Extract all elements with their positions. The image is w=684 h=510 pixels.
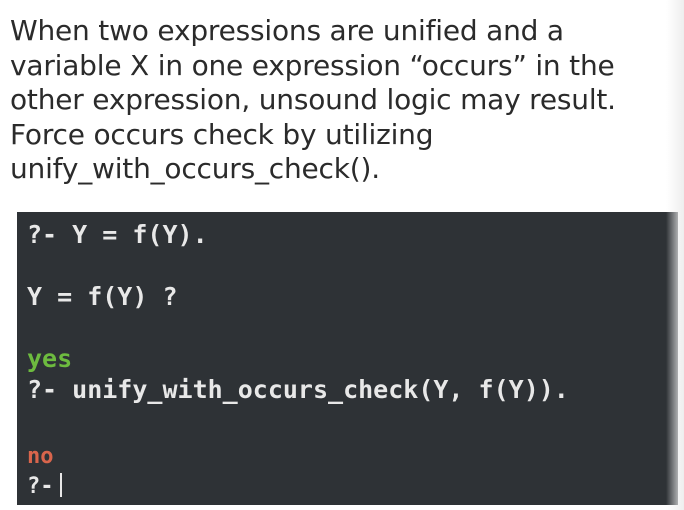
terminal-query-line: ?- Y = f(Y). [27,220,208,249]
edge-shadow [666,0,684,510]
description-line: Force occurs check by utilizing [10,117,434,151]
terminal-result-no: no [27,444,54,469]
text-cursor [59,473,62,497]
terminal-prompt: ?- [27,474,54,499]
description-text: When two expressions are unified and a v… [10,14,670,187]
terminal-prompt-line[interactable]: ?- [27,472,62,502]
terminal-window[interactable]: ?- Y = f(Y). Y = f(Y) ? yes ?- unify_wit… [17,212,678,505]
description-line: unify_with_occurs_check(). [10,152,380,185]
terminal-answer-line: Y = f(Y) ? [27,282,178,311]
slide: When two expressions are unified and a v… [0,0,684,510]
description-line: other expression, unsound logic may resu… [10,83,616,116]
description-line: variable X in one expression “occurs” in… [10,48,615,82]
terminal-result-yes: yes [27,344,73,373]
terminal-query-line: ?- unify_with_occurs_check(Y, f(Y)). [27,375,569,404]
description-line: When two expressions are unified and a [10,14,564,47]
